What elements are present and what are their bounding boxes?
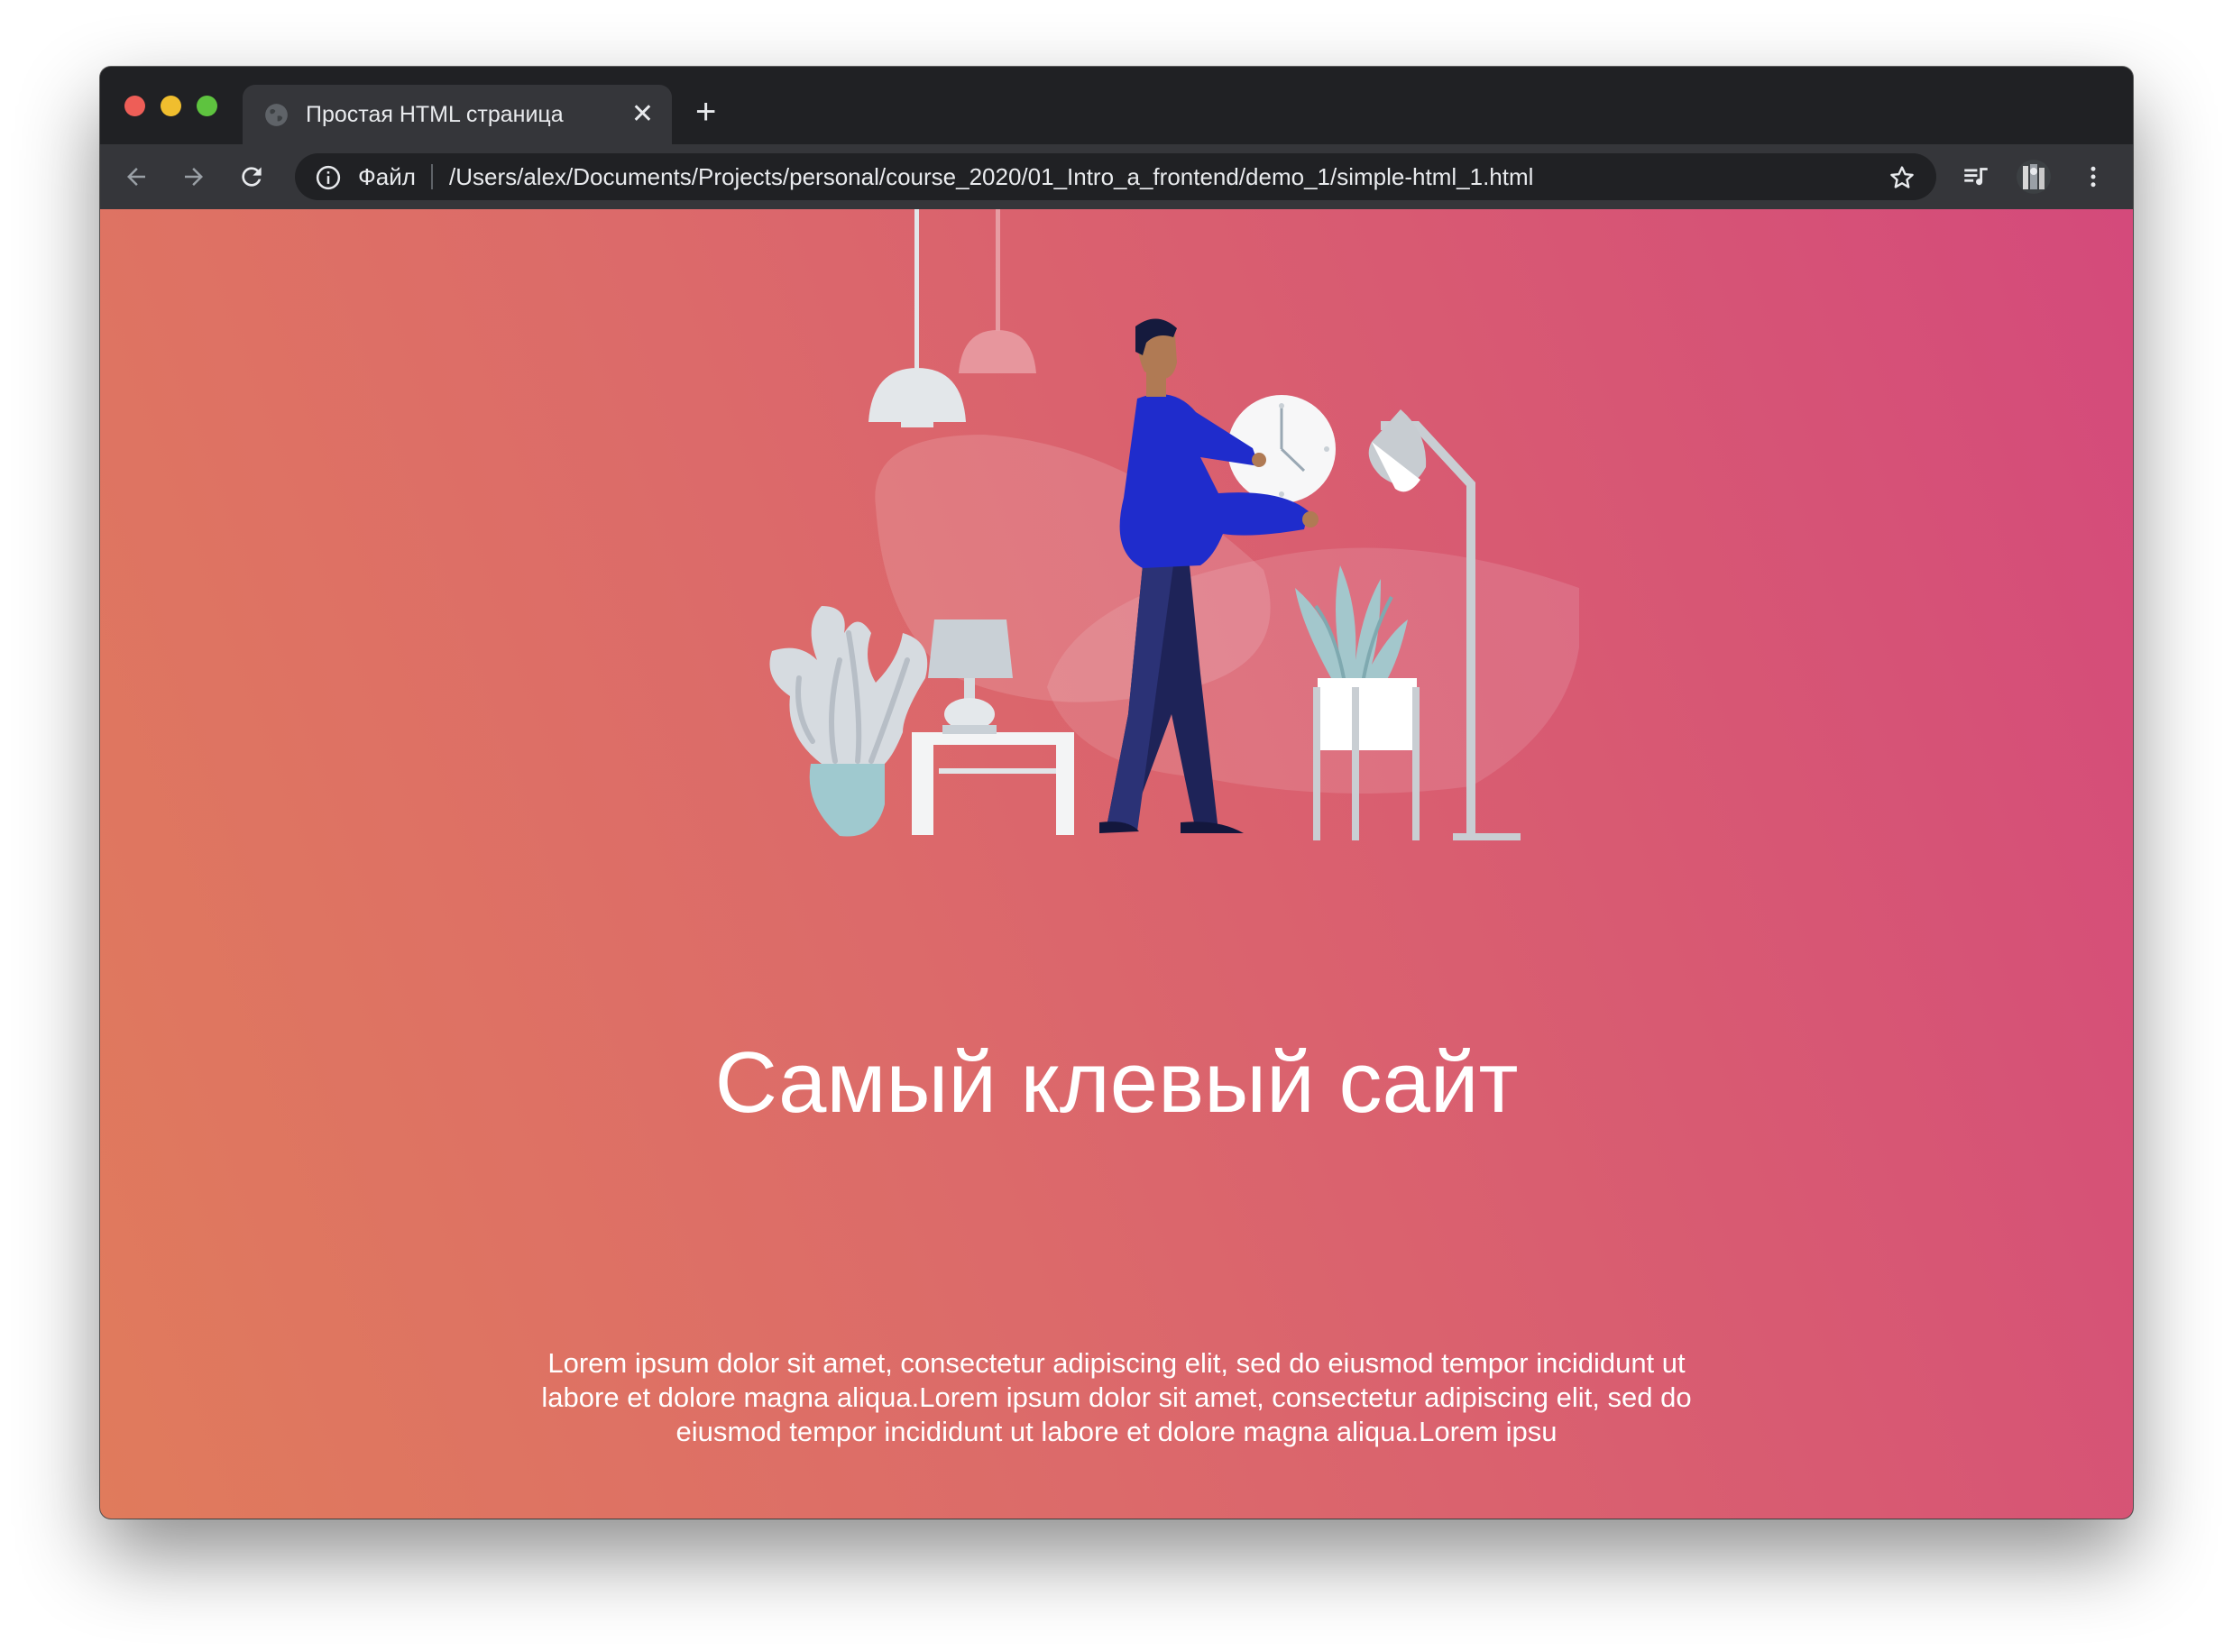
close-window-button[interactable] bbox=[124, 96, 145, 116]
tab-title: Простая HTML страница bbox=[306, 102, 564, 127]
reload-icon bbox=[242, 167, 262, 187]
maximize-window-button[interactable] bbox=[197, 96, 217, 116]
tab-close-button[interactable]: ✕ bbox=[631, 100, 654, 129]
hero-illustration bbox=[769, 209, 1579, 840]
profile-avatar-icon bbox=[2017, 160, 2051, 194]
new-tab-button[interactable]: + bbox=[695, 94, 716, 130]
toolbar: Файл /Users/alex/Documents/Projects/pers… bbox=[100, 144, 2133, 209]
page-title: Самый клевый сайт bbox=[714, 1034, 1519, 1132]
arrow-forward-icon bbox=[185, 168, 203, 186]
table-lamp bbox=[928, 620, 1013, 734]
potted-plant-left bbox=[769, 606, 928, 837]
forward-button[interactable] bbox=[174, 157, 214, 197]
tab-strip: Простая HTML страница ✕ + bbox=[100, 67, 2133, 144]
pendant-lamp bbox=[868, 209, 966, 427]
kebab-menu-icon bbox=[2091, 166, 2096, 188]
scheme-label[interactable]: Файл bbox=[358, 162, 416, 191]
back-button[interactable] bbox=[116, 157, 156, 197]
side-table bbox=[912, 732, 1074, 835]
body-paragraph: Lorem ipsum dolor sit amet, consectetur … bbox=[541, 1347, 1692, 1447]
media-queue-button[interactable] bbox=[1956, 157, 1996, 197]
menu-button[interactable] bbox=[2073, 157, 2113, 197]
page-content: Самый клевый сайт Lorem ipsum dolor sit … bbox=[100, 209, 2133, 1519]
star-icon[interactable] bbox=[1888, 163, 1916, 192]
address-bar[interactable]: Файл /Users/alex/Documents/Projects/pers… bbox=[295, 153, 1936, 200]
browser-window: Простая HTML страница ✕ + Файл /Users/al… bbox=[100, 67, 2133, 1519]
reload-button[interactable] bbox=[232, 157, 271, 197]
media-queue-icon bbox=[1964, 168, 1988, 186]
minimize-window-button[interactable] bbox=[161, 96, 181, 116]
address-separator bbox=[431, 164, 433, 189]
arrow-back-icon bbox=[127, 168, 145, 186]
url-text[interactable]: /Users/alex/Documents/Projects/personal/… bbox=[449, 162, 1533, 191]
pendant-lamp bbox=[959, 209, 1036, 373]
globe-icon bbox=[265, 104, 288, 126]
tab-active[interactable]: Простая HTML страница ✕ bbox=[243, 85, 672, 144]
info-icon[interactable] bbox=[315, 164, 342, 191]
profile-button[interactable] bbox=[2014, 157, 2054, 197]
